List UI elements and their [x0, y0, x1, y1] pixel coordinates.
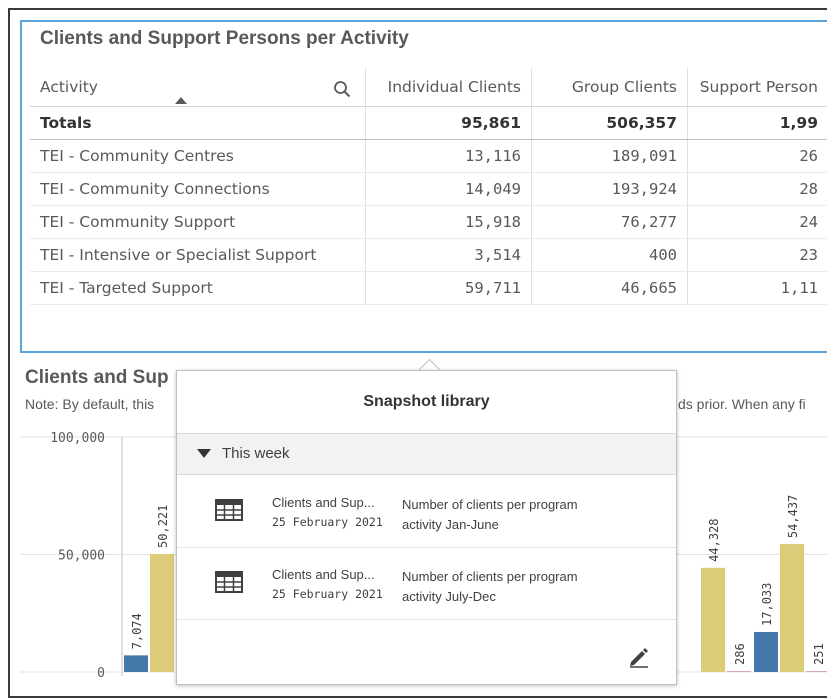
bar-data-label: 54,437	[786, 495, 800, 538]
cell-support: 1,11	[688, 272, 827, 305]
snapshot-description: Number of clients per program activity J…	[402, 495, 602, 535]
totals-label: Totals	[30, 107, 366, 140]
bar-data-label: 50,221	[156, 505, 170, 548]
bar	[701, 568, 725, 672]
cell-support: 23	[688, 239, 827, 272]
snapshot-group-header[interactable]: This week	[177, 433, 676, 475]
bar-data-label: 7,074	[130, 613, 144, 649]
totals-group: 506,357	[532, 107, 688, 140]
table-row[interactable]: TEI - Community Connections 14,049 193,9…	[30, 173, 827, 206]
table-panel[interactable]: Clients and Support Persons per Activity…	[20, 20, 827, 353]
cell-individual: 3,514	[366, 239, 532, 272]
cell-group: 46,665	[532, 272, 688, 305]
snapshot-name: Clients and Sup...	[272, 567, 375, 582]
totals-support: 1,99	[688, 107, 827, 140]
table-row[interactable]: TEI - Community Centres 13,116 189,091 2…	[30, 140, 827, 173]
cell-activity[interactable]: TEI - Community Centres	[30, 140, 366, 173]
cell-activity[interactable]: TEI - Targeted Support	[30, 272, 366, 305]
cell-activity[interactable]: TEI - Community Support	[30, 206, 366, 239]
snapshot-group-label: This week	[222, 445, 290, 462]
cell-activity[interactable]: TEI - Intensive or Specialist Support	[30, 239, 366, 272]
bar	[150, 554, 174, 672]
sort-ascending-icon	[175, 97, 187, 104]
bar-data-label: 286	[733, 643, 747, 665]
bar	[780, 544, 804, 672]
activity-table: Activity Individual Clients Group Client…	[30, 68, 827, 305]
collapse-triangle-icon[interactable]	[197, 449, 211, 458]
bar	[727, 671, 751, 672]
edit-pencil-icon[interactable]	[628, 646, 650, 668]
bar	[754, 632, 778, 672]
panel-title: Clients and Support Persons per Activity	[40, 28, 409, 50]
cell-activity[interactable]: TEI - Community Connections	[30, 173, 366, 206]
snapshot-date: 25 February 2021	[272, 587, 383, 601]
table-row[interactable]: TEI - Community Support 15,918 76,277 24	[30, 206, 827, 239]
cell-support: 24	[688, 206, 827, 239]
totals-row: Totals 95,861 506,357 1,99	[30, 107, 827, 140]
totals-individual: 95,861	[366, 107, 532, 140]
snapshot-name: Clients and Sup...	[272, 495, 375, 510]
cell-group: 193,924	[532, 173, 688, 206]
table-row[interactable]: TEI - Targeted Support 59,711 46,665 1,1…	[30, 272, 827, 305]
cell-individual: 15,918	[366, 206, 532, 239]
snapshot-item[interactable]: Clients and Sup... 25 February 2021 Numb…	[177, 475, 676, 548]
cell-group: 76,277	[532, 206, 688, 239]
column-header-individual-clients[interactable]: Individual Clients	[366, 68, 532, 107]
bar-data-label: 17,033	[760, 583, 774, 626]
chart-note: Note: By default, this	[25, 396, 154, 412]
bar-data-label: 44,328	[707, 518, 721, 561]
bar-data-label: 251	[812, 643, 826, 665]
table-row[interactable]: TEI - Intensive or Specialist Support 3,…	[30, 239, 827, 272]
y-tick-label: 100,000	[50, 431, 105, 446]
snapshot-description: Number of clients per program activity J…	[402, 567, 602, 607]
table-icon	[215, 571, 243, 593]
column-header-support-persons[interactable]: Support Person	[688, 68, 827, 107]
column-header-group-clients[interactable]: Group Clients	[532, 68, 688, 107]
cell-group: 189,091	[532, 140, 688, 173]
cell-individual: 14,049	[366, 173, 532, 206]
snapshot-date: 25 February 2021	[272, 515, 383, 529]
column-header-label: Activity	[40, 78, 98, 96]
bar	[806, 671, 827, 672]
chart-title: Clients and Sup	[25, 367, 169, 389]
snapshot-library-popover[interactable]: Snapshot library This week Clients and S…	[176, 370, 677, 685]
column-header-activity[interactable]: Activity	[30, 68, 366, 107]
cell-individual: 13,116	[366, 140, 532, 173]
chart-note-continued: ds prior. When any fi	[678, 396, 806, 412]
y-tick-label: 50,000	[58, 549, 105, 564]
cell-individual: 59,711	[366, 272, 532, 305]
popover-title: Snapshot library	[177, 393, 676, 411]
cell-support: 28	[688, 173, 827, 206]
cell-group: 400	[532, 239, 688, 272]
search-icon[interactable]	[333, 80, 351, 98]
cell-support: 26	[688, 140, 827, 173]
y-tick-label: 0	[97, 666, 105, 681]
snapshot-item[interactable]: Clients and Sup... 25 February 2021 Numb…	[177, 547, 676, 620]
bar	[124, 655, 148, 672]
table-icon	[215, 499, 243, 521]
